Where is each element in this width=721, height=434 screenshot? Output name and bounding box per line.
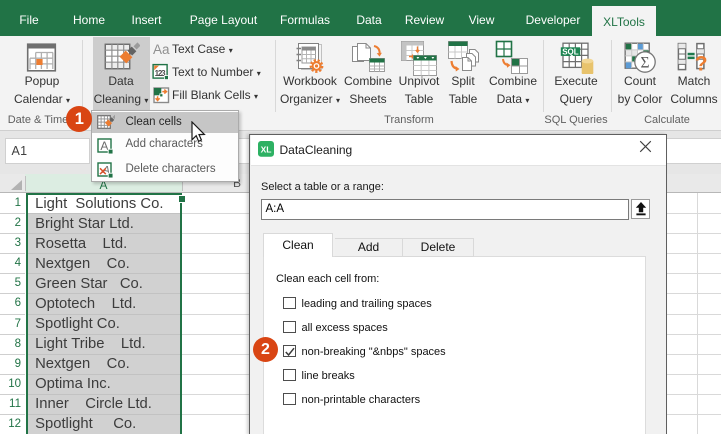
svg-text:XL: XL — [261, 145, 272, 155]
svg-text:SQL: SQL — [562, 47, 579, 56]
svg-text:A: A — [100, 139, 108, 153]
svg-text:?: ? — [695, 53, 707, 76]
svg-text:Σ: Σ — [640, 55, 649, 72]
